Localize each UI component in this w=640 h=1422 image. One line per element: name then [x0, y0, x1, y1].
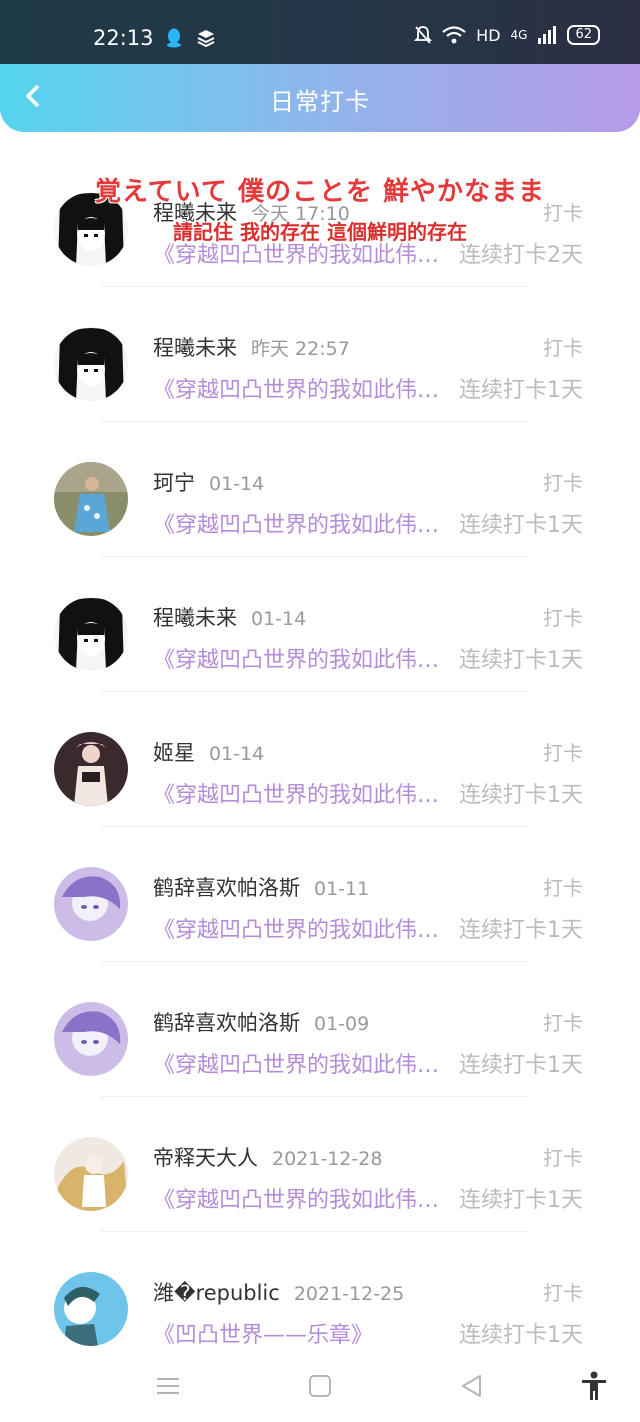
streak-count: 连续打卡1天 [459, 648, 583, 673]
checkin-date: 01-14 [209, 743, 265, 765]
book-title-link[interactable]: 《穿越凹凸世界的我如此伟… [153, 507, 439, 539]
user-name[interactable]: 帝释天大人 2021-12-28 [153, 1142, 382, 1172]
user-name-text: 程曦未来 [153, 201, 237, 225]
avatar[interactable] [54, 327, 128, 401]
checkin-list: 程曦未来 今天 17:10 打卡 《穿越凹凸世界的我如此伟… 连续打卡2天 程曦未来 昨天 … [0, 152, 640, 1367]
accessibility-icon[interactable] [578, 1370, 610, 1402]
avatar[interactable] [54, 732, 128, 806]
book-title-link[interactable]: 《穿越凹凸世界的我如此伟… [153, 237, 439, 269]
book-title-link[interactable]: 《凹凸世界——乐章》 [153, 1317, 373, 1349]
avatar[interactable] [54, 1137, 128, 1211]
streak-count: 连续打卡1天 [459, 378, 583, 403]
avatar[interactable] [54, 192, 128, 266]
book-title-link[interactable]: 《穿越凹凸世界的我如此伟… [153, 642, 439, 674]
streak-count: 连续打卡1天 [459, 783, 583, 808]
checkin-row[interactable]: 程曦未来 01-14 打卡《穿越凹凸世界的我如此伟… 连续打卡1天 [0, 557, 640, 692]
avatar[interactable] [54, 597, 128, 671]
user-name[interactable]: 鹤辞喜欢帕洛斯 01-11 [153, 872, 369, 902]
checkin-date: 昨天 22:57 [251, 338, 350, 360]
avatar[interactable] [54, 462, 128, 536]
avatar[interactable] [54, 867, 128, 941]
user-name[interactable]: 程曦未来 01-14 [153, 602, 306, 632]
streak-count: 连续打卡1天 [459, 1323, 583, 1348]
checkin-action-label: 打卡 [543, 1281, 583, 1305]
checkin-action-label: 打卡 [543, 1011, 583, 1035]
battery-icon: 62 [567, 25, 600, 45]
menu-icon[interactable] [152, 1370, 184, 1402]
user-name-text: 鹤辞喜欢帕洛斯 [153, 1011, 300, 1035]
checkin-action-label: 打卡 [543, 201, 583, 225]
checkin-action-label: 打卡 [543, 606, 583, 630]
layers-icon [197, 30, 215, 47]
checkin-action-label: 打卡 [543, 1146, 583, 1170]
checkin-action-label: 打卡 [543, 471, 583, 495]
checkin-date: 01-14 [209, 473, 265, 495]
streak-count: 连续打卡1天 [459, 513, 583, 538]
user-name[interactable]: 程曦未来 今天 17:10 [153, 197, 350, 227]
streak-count: 连续打卡2天 [459, 243, 583, 268]
checkin-date: 01-09 [314, 1013, 370, 1035]
book-title-link[interactable]: 《穿越凹凸世界的我如此伟… [153, 1182, 439, 1214]
user-name[interactable]: 珂宁 01-14 [153, 467, 264, 497]
checkin-row[interactable]: 鹤辞喜欢帕洛斯 01-09 打卡《穿越凹凸世界的我如此伟… 连续打卡1天 [0, 962, 640, 1097]
book-title-link[interactable]: 《穿越凹凸世界的我如此伟… [153, 372, 439, 404]
bell-off-icon [414, 26, 433, 44]
user-name-text: 程曦未来 [153, 336, 237, 360]
user-name-text: 程曦未来 [153, 606, 237, 630]
network-type: HD [476, 25, 501, 45]
avatar[interactable] [54, 1272, 128, 1346]
app-bar: 日常打卡 [0, 64, 640, 132]
page-title: 日常打卡 [270, 88, 370, 116]
status-time: 22:13 [93, 26, 154, 50]
checkin-date: 2021-12-28 [272, 1148, 383, 1170]
book-title-link[interactable]: 《穿越凹凸世界的我如此伟… [153, 912, 439, 944]
streak-count: 连续打卡1天 [459, 1053, 583, 1078]
user-name-text: 帝释天大人 [153, 1146, 258, 1170]
checkin-date: 2021-12-25 [293, 1283, 405, 1305]
user-name[interactable]: 姬星 01-14 [153, 737, 264, 767]
user-name-text: 鹤辞喜欢帕洛斯 [153, 876, 300, 900]
avatar[interactable] [54, 1002, 128, 1076]
user-name-text: 姬星 [153, 741, 195, 765]
streak-count: 连续打卡1天 [459, 918, 583, 943]
checkin-action-label: 打卡 [543, 336, 583, 360]
checkin-date: 01-14 [251, 608, 307, 630]
user-name[interactable]: 潍�republic 2021-12-25 [153, 1277, 404, 1307]
book-title-link[interactable]: 《穿越凹凸世界的我如此伟… [153, 1047, 439, 1079]
checkin-row[interactable]: 鹤辞喜欢帕洛斯 01-11 打卡《穿越凹凸世界的我如此伟… 连续打卡1天 [0, 827, 640, 962]
checkin-date: 01-11 [314, 878, 370, 900]
wifi-icon [442, 26, 466, 44]
user-name[interactable]: 程曦未来 昨天 22:57 [153, 332, 350, 362]
checkin-row[interactable]: 帝释天大人 2021-12-28 打卡《穿越凹凸世界的我如此伟… 连续打卡1天 [0, 1097, 640, 1232]
checkin-row[interactable]: 潍�republic 2021-12-25 打卡《凹凸世界——乐章》 连续打卡1天 [0, 1232, 640, 1367]
checkin-row[interactable]: 程曦未来 昨天 22:57 打卡《穿越凹凸世界的我如此伟… 连续打卡1天 [0, 287, 640, 422]
streak-count: 连续打卡1天 [459, 1188, 583, 1213]
status-bar: 22:13 HD 4G 62 [0, 0, 640, 64]
user-name-text: 珂宁 [153, 471, 195, 495]
checkin-row[interactable]: 程曦未来 今天 17:10 打卡《穿越凹凸世界的我如此伟… 连续打卡2天 [0, 152, 640, 287]
checkin-row[interactable]: 姬星 01-14 打卡《穿越凹凸世界的我如此伟… 连续打卡1天 [0, 692, 640, 827]
checkin-action-label: 打卡 [543, 876, 583, 900]
book-title-link[interactable]: 《穿越凹凸世界的我如此伟… [153, 777, 439, 809]
back-triangle-icon[interactable] [456, 1370, 488, 1402]
qq-icon [167, 28, 181, 48]
signal-label: 4G [510, 28, 528, 42]
checkin-row[interactable]: 珂宁 01-14 打卡《穿越凹凸世界的我如此伟… 连续打卡1天 [0, 422, 640, 557]
user-name[interactable]: 鹤辞喜欢帕洛斯 01-09 [153, 1007, 369, 1037]
checkin-date: 今天 17:10 [251, 203, 350, 225]
signal-icon [538, 26, 557, 44]
system-nav-bar [0, 1358, 640, 1422]
status-indicators: HD 4G 62 [414, 25, 600, 45]
checkin-action-label: 打卡 [543, 741, 583, 765]
user-name-text: 潍�republic [153, 1281, 280, 1305]
home-square-icon[interactable] [304, 1370, 336, 1402]
